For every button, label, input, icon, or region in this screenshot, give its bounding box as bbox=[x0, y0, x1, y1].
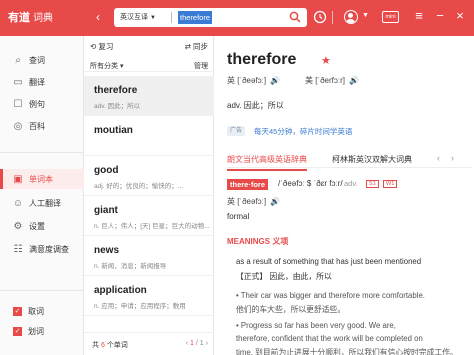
chevron-down-icon: ▾ bbox=[119, 63, 124, 70]
sidebar-item-encyclopedia[interactable]: ◎ 百科 bbox=[0, 116, 84, 136]
wordbook-list-panel: ⟲ 复习 ⇄ 同步 所有分类 ▾ 管理 therefore adv. 因此；所以… bbox=[84, 36, 214, 355]
search-icon: ⌕ bbox=[15, 54, 21, 66]
translate-icon: ▭ bbox=[13, 76, 23, 88]
avatar[interactable] bbox=[344, 10, 358, 24]
speaker-icon[interactable]: 🔊 bbox=[270, 76, 280, 85]
ipa: /ˈðeəfɔː $ ˈðɛr fɔːr/ bbox=[278, 179, 343, 188]
review-button[interactable]: ⟲ 复习 bbox=[90, 41, 113, 52]
list-item[interactable]: good adj. 好的；优良的；愉快的；... bbox=[84, 156, 214, 196]
list-item[interactable]: therefore adv. 因此；所以 bbox=[84, 76, 214, 116]
next-page-icon[interactable]: › bbox=[206, 340, 208, 347]
sidebar-item-sentences[interactable]: ☐ 例句 bbox=[0, 94, 84, 114]
tab-prev-icon[interactable]: ‹ bbox=[437, 153, 440, 163]
star-icon[interactable]: ★ bbox=[321, 54, 331, 67]
basic-definition: adv. 因此；所以 bbox=[227, 101, 284, 110]
ad-badge: 广告 bbox=[227, 126, 246, 136]
entry-panel: therefore ★ 英 [ˈðeəfɔː] 🔊 美 [ˈðerfɔːr] 🔊 a… bbox=[214, 36, 474, 355]
minimize-icon[interactable]: − bbox=[433, 8, 447, 24]
sidebar-item-survey[interactable]: ☷ 满意度调查 bbox=[0, 239, 84, 259]
uk-pronunciation: 英 [ˈðeəfɔː] 🔊 bbox=[227, 76, 281, 85]
sidebar-item-settings[interactable]: ⚙ 设置 bbox=[0, 216, 84, 236]
checkbox-checked-icon[interactable]: ✓ bbox=[13, 326, 22, 336]
mini-mode-button[interactable]: mini bbox=[382, 11, 399, 23]
survey-icon: ☷ bbox=[13, 243, 23, 255]
back-button[interactable]: ‹ bbox=[96, 10, 100, 24]
example-sentence: • Progress so far has been very good. We… bbox=[236, 321, 396, 330]
total-pages: / 1 bbox=[195, 340, 204, 347]
capture-word-toggle[interactable]: ✓ 取词 bbox=[0, 301, 84, 321]
search-divider bbox=[171, 12, 172, 23]
sync-icon: ⇄ bbox=[184, 42, 191, 51]
encyclopedia-icon: ◎ bbox=[13, 120, 23, 132]
speaker-icon[interactable]: 🔊 bbox=[349, 76, 359, 85]
sidebar-item-human-translate[interactable]: ☺ 人工翻译 bbox=[0, 193, 84, 213]
list-item[interactable]: moutian bbox=[84, 116, 214, 156]
list-item[interactable]: application n. 应用；申请；应用程序；敷用 bbox=[84, 276, 214, 316]
search-input[interactable]: therefore bbox=[178, 11, 213, 24]
checkbox-checked-icon[interactable]: ✓ bbox=[13, 306, 22, 316]
close-icon[interactable]: × bbox=[453, 8, 467, 24]
chevron-down-icon: ▼ bbox=[150, 15, 156, 21]
list-item[interactable]: news n. 新闻，消息；新闻报导 bbox=[84, 236, 214, 276]
select-word-toggle[interactable]: ✓ 划词 bbox=[0, 321, 84, 341]
tab-collins[interactable]: 柯林斯英汉双解大词典 bbox=[332, 154, 412, 165]
level-badge-spoken: S1 bbox=[366, 180, 379, 188]
sidebar-item-lookup[interactable]: ⌕ 查词 bbox=[0, 50, 84, 70]
word-count: 共 6 个单词 bbox=[92, 342, 128, 349]
headword: therefore bbox=[227, 51, 297, 68]
level-badge-written: W1 bbox=[383, 180, 398, 188]
example-sentence: • Their car was bigger and therefore mor… bbox=[236, 291, 425, 300]
sync-button[interactable]: ⇄ 同步 bbox=[185, 41, 208, 52]
search-box: 英汉互译 ▼ therefore bbox=[114, 8, 307, 27]
us-pronunciation: 美 [ˈðerfɔːr] 🔊 bbox=[305, 76, 359, 85]
meanings-heading: MEANINGS 义项 bbox=[227, 237, 289, 246]
language-select[interactable]: 英汉互译 ▼ bbox=[120, 12, 156, 22]
sidebar-divider bbox=[0, 152, 84, 153]
example-translation: 他们的车大些，所以更舒适些。 bbox=[236, 305, 346, 314]
part-of-speech: adv. bbox=[344, 179, 358, 188]
manage-button[interactable]: 管理 bbox=[194, 61, 208, 71]
list-item[interactable]: giant n. 巨人；伟人；[天] 巨星；巨大的动物... bbox=[84, 196, 214, 236]
gear-icon: ⚙ bbox=[13, 220, 23, 232]
pagination: ‹ 1 / 1 › bbox=[186, 340, 208, 347]
sentence-icon: ☐ bbox=[13, 98, 23, 110]
sidebar: ⌕ 查词 ▭ 翻译 ☐ 例句 ◎ 百科 ▣ 单词本 ☺ 人工翻译 ⚙ 设置 ☷ 满意度调查 ✓ 取… bbox=[0, 36, 84, 355]
current-page: 1 bbox=[190, 340, 194, 347]
search-icon[interactable] bbox=[289, 11, 301, 23]
nav-arrows: ‹ bbox=[96, 10, 104, 24]
wordbook-icon: ▣ bbox=[13, 173, 23, 185]
ad-link[interactable]: 每天45分钟，碎片时间学英语 bbox=[254, 126, 352, 137]
app-logo: 有道 词典 bbox=[8, 12, 53, 24]
sidebar-divider bbox=[0, 290, 84, 291]
category-select[interactable]: 所有分类 ▾ bbox=[90, 61, 123, 71]
register-label: formal bbox=[227, 212, 250, 221]
review-icon: ⟲ bbox=[90, 42, 97, 51]
tab-next-icon[interactable]: › bbox=[451, 153, 454, 163]
uk-pronunciation-2: 英 [ˈðeəfɔː] 🔊 bbox=[227, 197, 281, 206]
speaker-icon[interactable]: 🔊 bbox=[270, 197, 280, 206]
tab-divider bbox=[227, 167, 472, 168]
sense-definition: as a result of something that has just b… bbox=[236, 257, 422, 266]
title-bar: 有道 词典 ‹ 英汉互译 ▼ therefore ▼ mini ≡ − × bbox=[0, 0, 474, 36]
toolbar-separator bbox=[332, 11, 333, 24]
syllable-badge: there·fore bbox=[227, 179, 269, 190]
history-icon[interactable] bbox=[313, 10, 327, 24]
sense-translation: 【正式】 因此，由此，所以 bbox=[236, 272, 332, 281]
example-translation: time. 到目前为止进展十分顺利，所以我们有信心按时完成工作。 bbox=[236, 348, 458, 355]
prev-page-icon[interactable]: ‹ bbox=[186, 340, 188, 347]
example-sentence-cont: therefore, confident that the work will … bbox=[236, 334, 423, 343]
wordlist-header: ⟲ 复习 ⇄ 同步 所有分类 ▾ 管理 bbox=[84, 36, 214, 72]
menu-icon[interactable]: ≡ bbox=[412, 8, 426, 24]
chevron-down-icon[interactable]: ▼ bbox=[362, 12, 369, 19]
wordlist-footer: 共 6 个单词 ‹ 1 / 1 › bbox=[84, 332, 214, 355]
tab-longman[interactable]: 朗文当代高级英语辞典 bbox=[227, 154, 307, 171]
sidebar-item-wordbook[interactable]: ▣ 单词本 bbox=[0, 169, 84, 189]
human-translate-icon: ☺ bbox=[12, 197, 24, 209]
sidebar-item-translate[interactable]: ▭ 翻译 bbox=[0, 72, 84, 92]
